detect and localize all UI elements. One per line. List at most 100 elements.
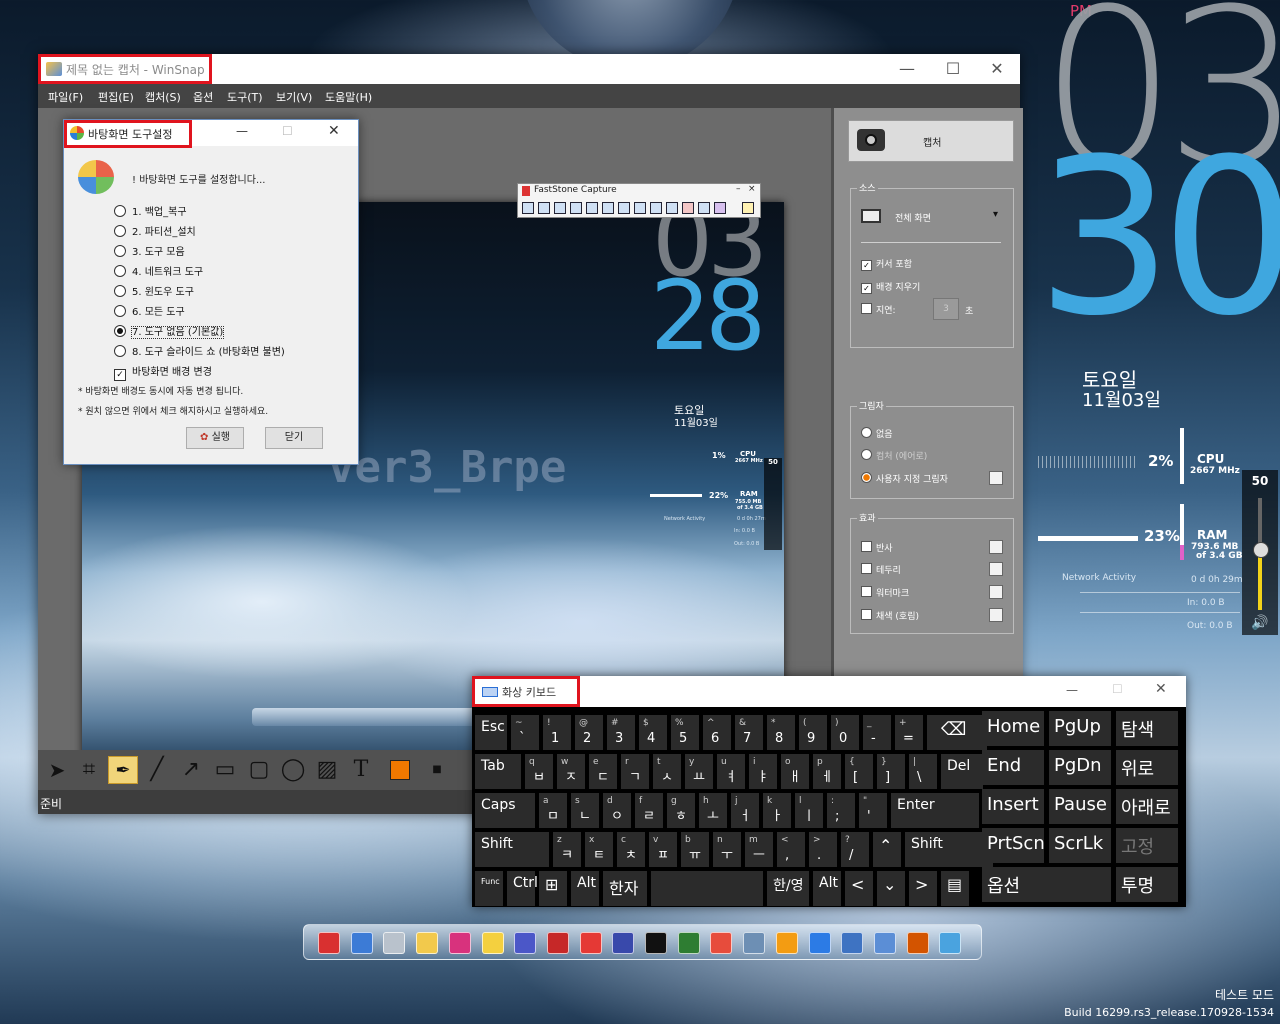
key-4-1[interactable]: Ctrl [507,871,538,906]
key-4-3[interactable]: Alt [571,871,599,906]
option-backup-restore[interactable]: 1. 백업_복구 [114,203,187,218]
key-0-3[interactable]: @2 [575,715,603,750]
remote-icon[interactable] [873,932,896,954]
maximize-button[interactable]: ☐ [930,54,976,84]
capture-fullscreen-icon[interactable] [586,202,598,214]
key-2-5[interactable]: gㅎ [667,793,695,828]
key-3-4[interactable]: vㅍ [649,832,677,867]
pointer-tool-icon[interactable]: ➤ [42,756,72,784]
key-3-12[interactable]: Shift [905,832,993,867]
key-0-2[interactable]: ! 1 [543,715,571,750]
line-tool-icon[interactable]: ╱ [142,756,172,784]
clear-background-checkbox[interactable]: ✓ 배경 지우기 [861,280,920,294]
key-2-9[interactable]: lㅣ [795,793,823,828]
folder-icon[interactable] [416,932,439,954]
volume-slider[interactable]: 50 🔊 [1242,470,1278,635]
capture-scrolling-icon[interactable] [602,202,614,214]
faststone-minimize-button[interactable]: – [736,184,741,194]
nav-key-4-0[interactable]: 옵션 [982,867,1111,902]
key-0-8[interactable]: & 7 [735,715,763,750]
key-3-7[interactable]: mㅡ [745,832,773,867]
key-3-9[interactable]: >. [809,832,837,867]
watermark-settings-button[interactable] [989,585,1003,599]
key-0-0[interactable]: Esc [475,715,507,750]
menu-tools[interactable]: 도구(T) [227,89,263,105]
shadow-none-radio[interactable]: 없음 [861,427,893,440]
change-background-checkbox[interactable]: ✓ 바탕화면 배경 변경 [114,363,212,381]
nav-key-1-2[interactable]: 위로 [1116,750,1178,785]
close-button[interactable]: ✕ [974,54,1020,84]
key-0-11[interactable]: ) 0 [831,715,859,750]
nav-key-2-0[interactable]: Insert [982,789,1044,824]
key-0-7[interactable]: ^ 6 [703,715,731,750]
key-4-11[interactable]: ▤ [941,871,969,906]
tools-icon[interactable] [579,932,602,954]
key-3-3[interactable]: cㅊ [617,832,645,867]
watermark-checkbox[interactable]: 워터마크 [861,586,909,599]
key-3-6[interactable]: nㅜ [713,832,741,867]
key-1-7[interactable]: uㅕ [717,754,745,789]
key-1-1[interactable]: qㅂ [525,754,553,789]
settings-icon[interactable] [714,202,726,214]
key-3-10[interactable]: ? / [841,832,869,867]
nav-key-3-1[interactable]: ScrLk [1049,828,1111,863]
shadow-aero-radio[interactable]: 컴처 (에어로) [861,449,927,462]
nav-key-1-0[interactable]: End [982,750,1044,785]
keyboard-close-button[interactable]: ✕ [1155,681,1167,697]
source-select[interactable]: 전체 화면 ▾ [861,207,1001,231]
capture-active-window-icon[interactable] [522,202,534,214]
dialog-close-button[interactable]: ✕ [328,123,340,139]
menu-help[interactable]: 도움말(H) [325,89,372,105]
option-network-tools[interactable]: 4. 네트워크 도구 [114,263,203,278]
key-2-8[interactable]: kㅏ [763,793,791,828]
key-4-2[interactable]: ⊞ [539,871,567,906]
memory-icon[interactable] [546,932,569,954]
pdf-icon[interactable] [682,202,694,214]
key-4-9[interactable]: ⌄ [877,871,905,906]
display-icon[interactable] [939,932,962,954]
nav-key-0-1[interactable]: PgUp [1049,711,1111,746]
option-partition-install[interactable]: 2. 파티션_설치 [114,223,196,238]
key-1-10[interactable]: pㅔ [813,754,841,789]
key-0-4[interactable]: #3 [607,715,635,750]
key-1-14[interactable]: Del [941,754,983,789]
menu-file[interactable]: 파일(F) [48,89,83,105]
paint-icon[interactable] [743,932,766,954]
nav-key-2-2[interactable]: 아래로 [1116,789,1178,824]
network-icon[interactable] [350,932,373,954]
menu-options[interactable]: 옵션 [193,89,213,105]
key-0-9[interactable]: * 8 [767,715,795,750]
winsnap-titlebar[interactable]: 제목 없는 캡처 - WinSnap — ☐ ✕ [38,54,1020,84]
key-3-0[interactable]: Shift [475,832,549,867]
key-1-8[interactable]: iㅑ [749,754,777,789]
dialog-minimize-button[interactable]: — [236,124,248,138]
key-2-12[interactable]: Enter [891,793,979,828]
gallery-icon[interactable] [906,932,929,954]
ellipse-tool-icon[interactable]: ◯ [278,756,308,784]
key-3-1[interactable]: zㅋ [553,832,581,867]
line-width-icon[interactable]: ■ [422,756,452,784]
key-2-2[interactable]: sㄴ [571,793,599,828]
winpe-icon[interactable] [612,932,635,954]
shadow-custom-radio[interactable]: 사용자 지정 그림자 [861,472,948,485]
nav-key-4-1[interactable]: 투명 [1116,867,1178,902]
timer-icon[interactable] [650,202,662,214]
computer-icon[interactable] [677,932,700,954]
key-2-10[interactable]: :; [827,793,855,828]
border-settings-button[interactable] [989,562,1003,576]
pencil-icon[interactable] [742,202,754,214]
key-1-5[interactable]: tㅅ [653,754,681,789]
key-4-8[interactable]: < [845,871,873,906]
nav-key-3-2[interactable]: 고정 [1116,828,1178,863]
capture-rectangle-icon[interactable] [554,202,566,214]
capture-button[interactable]: 캡처 [848,120,1014,162]
keyboard-minimize-button[interactable]: — [1066,683,1078,697]
key-2-3[interactable]: dㅇ [603,793,631,828]
key-2-11[interactable]: " ' [859,793,887,828]
capture-window-icon[interactable] [538,202,550,214]
dialog-titlebar[interactable]: 바탕화면 도구설정 — ☐ ✕ [64,120,358,148]
run-button[interactable]: ✿ 실행 [186,427,244,449]
close-dialog-button[interactable]: 닫기 [265,427,323,449]
key-1-3[interactable]: eㄷ [589,754,617,789]
delay-checkbox[interactable]: 지연: [861,303,896,316]
